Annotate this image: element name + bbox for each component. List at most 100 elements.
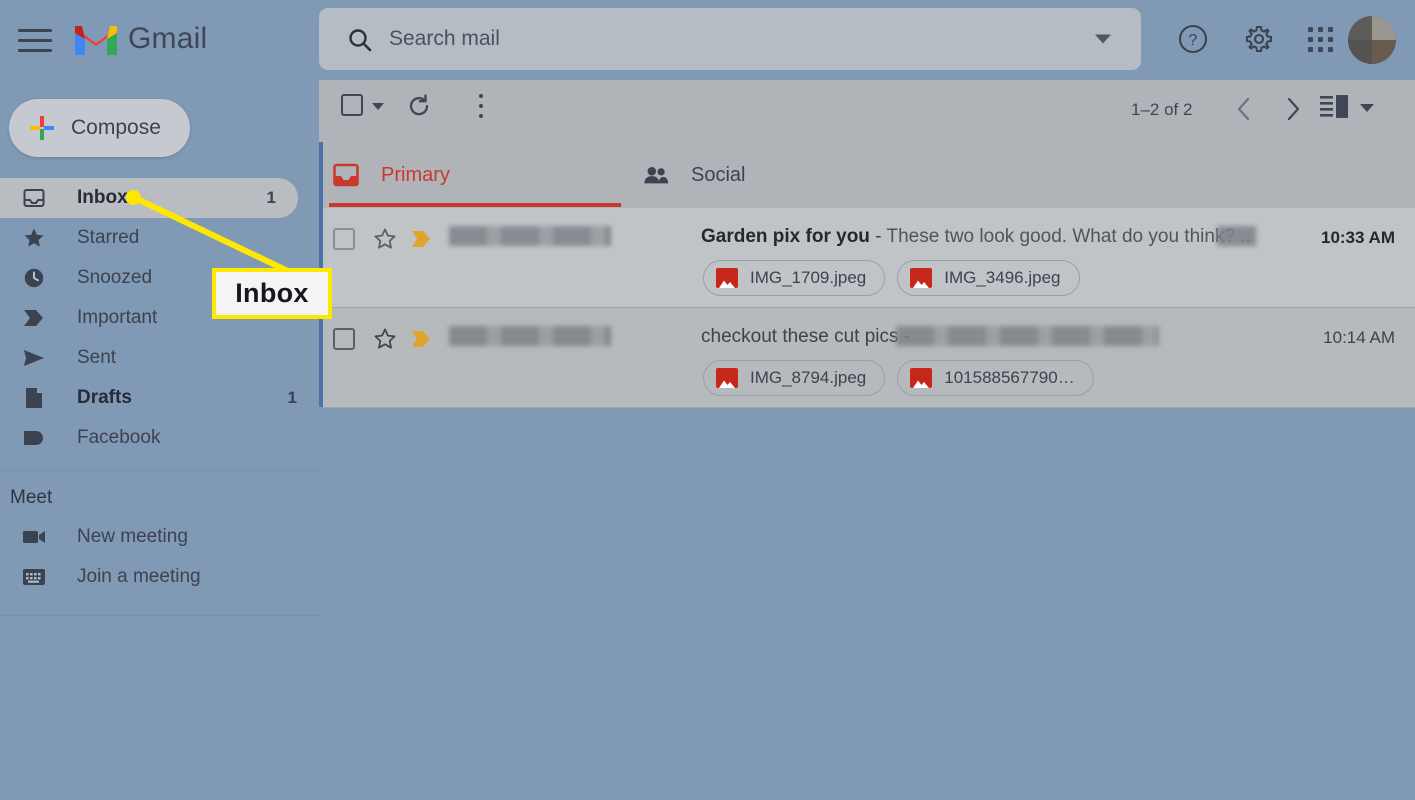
snippet-redacted <box>1217 226 1257 246</box>
more-options-icon[interactable] <box>470 94 492 118</box>
snippet-text: These two look good. What do you think? … <box>886 226 1251 247</box>
sidebar-item-label: Important <box>77 307 158 328</box>
sidebar-item-count: 1 <box>266 188 276 207</box>
hamburger-menu-icon[interactable] <box>18 24 52 56</box>
email-time: 10:33 AM <box>1320 228 1395 247</box>
plus-icon <box>29 115 55 141</box>
label-icon <box>22 426 46 450</box>
image-file-icon <box>910 368 933 388</box>
tab-primary[interactable]: Primary <box>333 142 635 208</box>
annotation-label: Inbox <box>235 278 309 308</box>
email-time: 10:14 AM <box>1323 328 1395 347</box>
clock-icon <box>22 266 46 290</box>
sidebar-item-label: Snoozed <box>77 267 153 288</box>
attachment-chips: IMG_1709.jpeg IMG_3496.jpeg <box>703 260 1080 296</box>
subject-text: checkout these cut pics <box>701 326 899 347</box>
sidebar-item-label: Starred <box>77 227 140 248</box>
chevron-down-icon[interactable] <box>1095 34 1111 44</box>
video-camera-icon <box>22 525 46 549</box>
gmail-app-window: Gmail Search mail ? Compose Inbox 1 Star… <box>0 0 1415 800</box>
annotation-callout: Inbox <box>212 268 332 319</box>
email-subject: checkout these cut pics - <box>701 326 910 348</box>
chevron-down-icon[interactable] <box>372 103 384 110</box>
image-file-icon <box>716 368 738 388</box>
attachment-name: IMG_3496.jpeg <box>944 268 1061 287</box>
attachment-chip[interactable]: IMG_8794.jpeg <box>703 360 886 396</box>
image-file-icon <box>910 268 933 288</box>
meet-section-title: Meet <box>10 487 53 508</box>
subject-separator: - <box>869 226 887 247</box>
snippet-redacted <box>896 326 1159 346</box>
important-icon <box>22 306 46 330</box>
table-row[interactable]: Garden pix for you - These two look good… <box>323 208 1415 308</box>
apps-grid-icon[interactable] <box>1299 18 1341 60</box>
email-list: Garden pix for you - These two look good… <box>323 208 1415 408</box>
search-icon <box>347 27 373 53</box>
sidebar-item-label: Sent <box>77 347 117 368</box>
sidebar-item-label: Facebook <box>77 427 161 448</box>
pagination-count: 1–2 of 2 <box>1131 100 1193 119</box>
sidebar-item-inbox[interactable]: Inbox 1 <box>0 178 298 218</box>
keyboard-icon <box>22 565 46 589</box>
gear-icon[interactable] <box>1238 18 1280 60</box>
attachment-name: IMG_8794.jpeg <box>750 368 867 387</box>
draft-icon <box>22 386 46 410</box>
subject-text: Garden pix for you <box>701 226 870 247</box>
important-marker-icon[interactable] <box>411 329 433 349</box>
sidebar-item-count: 1 <box>287 388 297 407</box>
search-input[interactable]: Search mail <box>319 8 1141 70</box>
send-icon <box>22 346 46 370</box>
sidebar-item-facebook[interactable]: Facebook <box>0 418 319 458</box>
tab-social[interactable]: Social <box>643 142 943 208</box>
sidebar-item-drafts[interactable]: Drafts 1 <box>0 378 319 418</box>
sidebar-item-label: New meeting <box>77 526 188 547</box>
star-outline-icon[interactable] <box>373 327 397 351</box>
important-marker-icon[interactable] <box>411 229 433 249</box>
sidebar-item-new-meeting[interactable]: New meeting <box>0 517 319 557</box>
sidebar-item-join-meeting[interactable]: Join a meeting <box>0 557 319 597</box>
app-header: Gmail Search mail ? <box>0 0 1415 80</box>
attachment-chip[interactable]: IMG_3496.jpeg <box>897 260 1080 296</box>
inbox-tab-icon <box>333 162 359 188</box>
annotation-anchor-dot <box>126 190 141 205</box>
sidebar-item-label: Join a meeting <box>77 566 201 587</box>
sender-redacted <box>449 226 611 246</box>
select-all-checkbox[interactable] <box>341 94 363 116</box>
tab-active-underline <box>329 203 621 207</box>
help-circle-icon[interactable]: ? <box>1172 18 1214 60</box>
split-pane-icon[interactable] <box>1320 94 1354 122</box>
sidebar-item-label: Drafts <box>77 387 132 408</box>
attachment-chips: IMG_8794.jpeg 101588567790… <box>703 360 1094 396</box>
email-subject: Garden pix for you - These two look good… <box>701 226 1251 248</box>
chevron-down-icon[interactable] <box>1360 104 1374 112</box>
star-outline-icon[interactable] <box>373 227 397 251</box>
svg-text:?: ? <box>1189 32 1198 49</box>
sidebar: Compose Inbox 1 Starred Snoozed Importan… <box>0 80 319 800</box>
refresh-icon[interactable] <box>406 93 432 119</box>
list-toolbar: 1–2 of 2 <box>319 80 1415 142</box>
sidebar-item-sent[interactable]: Sent <box>0 338 319 378</box>
chevron-right-icon[interactable] <box>1279 94 1307 124</box>
attachment-name: 101588567790… <box>944 368 1075 387</box>
sidebar-item-starred[interactable]: Starred <box>0 218 319 258</box>
sidebar-divider-bottom <box>0 615 319 616</box>
attachment-chip[interactable]: 101588567790… <box>897 360 1094 396</box>
table-row[interactable]: checkout these cut pics - 10:14 AM IMG_8… <box>323 308 1415 408</box>
gmail-brand-text: Gmail <box>128 22 208 55</box>
row-select-checkbox[interactable] <box>333 328 355 350</box>
row-select-checkbox[interactable] <box>333 228 355 250</box>
attachment-chip[interactable]: IMG_1709.jpeg <box>703 260 886 296</box>
chevron-left-icon[interactable] <box>1230 94 1258 124</box>
sidebar-item-label: Inbox <box>77 187 128 208</box>
gmail-logo-icon <box>72 20 120 58</box>
attachment-name: IMG_1709.jpeg <box>750 268 867 287</box>
inbox-icon <box>22 186 46 210</box>
compose-button[interactable]: Compose <box>9 99 190 157</box>
tab-label: Social <box>691 163 746 186</box>
people-icon <box>643 162 669 188</box>
search-placeholder: Search mail <box>389 27 500 50</box>
tab-label: Primary <box>381 163 450 186</box>
avatar[interactable] <box>1348 16 1396 64</box>
image-file-icon <box>716 268 738 288</box>
category-tabs: Primary Social <box>323 142 1415 208</box>
